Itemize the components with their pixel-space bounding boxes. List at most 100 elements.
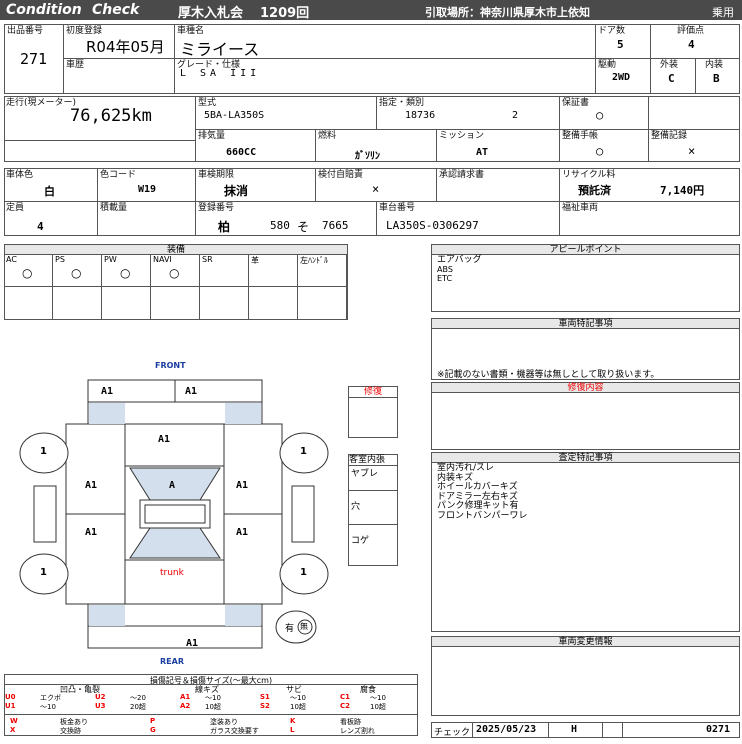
- equipment-value: ○: [71, 266, 82, 280]
- legend-code: X: [10, 726, 16, 734]
- equipment-label: PS: [55, 255, 65, 264]
- legend-col: 凹凸・亀裂: [60, 685, 100, 694]
- title-check: Check: [92, 2, 140, 18]
- liability-label: 検付自賠責: [318, 170, 364, 180]
- model-label: 車種名: [177, 26, 205, 36]
- first-reg-label: 初度登録: [66, 26, 103, 36]
- reg-kana: そ: [297, 220, 310, 234]
- appeal-line: エアバッグ: [437, 255, 482, 265]
- damage-mark: A1: [85, 527, 98, 538]
- damage-mark: A1: [236, 527, 249, 538]
- appeal-line: ABS: [437, 265, 453, 274]
- damage-mark: A1: [85, 480, 98, 491]
- tire-front-left: 1: [40, 446, 47, 457]
- reg-number: 7665: [322, 219, 349, 232]
- pickup-location: 引取場所：神奈川県厚木市上依知: [425, 6, 590, 19]
- basic-info-box: [4, 24, 740, 94]
- equipment-label: AC: [6, 255, 17, 264]
- legend-code: S2: [260, 702, 270, 710]
- recycle-label: リサイクル料: [562, 170, 616, 180]
- damage-mark: A1: [185, 386, 198, 397]
- legend-desc: 交換跡: [60, 727, 81, 735]
- inspector-code: H: [571, 724, 578, 735]
- spare-tire-label: 有: [285, 624, 295, 634]
- fuel-value: ｶﾞｿﾘﾝ: [355, 151, 380, 162]
- equipment-item: 革: [249, 255, 298, 320]
- displacement-value: 660CC: [226, 147, 257, 158]
- car-diagram: [19, 379, 329, 649]
- equipment-value: ○: [169, 266, 180, 280]
- equipment-label: 左ﾊﾝﾄﾞﾙ: [300, 256, 328, 265]
- damage-mark: A1: [158, 434, 171, 445]
- recycle-fee: 7,140円: [660, 184, 705, 197]
- recycle-status: 預託済: [578, 184, 611, 197]
- mileage-label: 走行(現メーター): [6, 98, 77, 108]
- chassis-value: LA350S-0306297: [386, 219, 479, 232]
- change-info-box: [431, 636, 740, 716]
- legend-desc: 10超: [205, 703, 221, 711]
- legend-desc: 20超: [130, 703, 146, 711]
- title-condition: Condition: [6, 2, 82, 18]
- designation-value: 18736: [405, 110, 436, 121]
- assessment-line: フロントバンパーワレ: [437, 510, 528, 521]
- legend-code: P: [150, 717, 156, 725]
- capacity-label: 定員: [6, 203, 25, 213]
- mission-value: AT: [476, 147, 489, 158]
- legend-code: K: [290, 717, 296, 725]
- legend-code: G: [150, 726, 156, 734]
- warranty-value: ○: [596, 108, 604, 122]
- drive-value: 2WD: [612, 72, 631, 83]
- legend-desc: 〜10: [40, 703, 56, 711]
- damage-mark: A1: [186, 638, 199, 649]
- inspection-value: 抹消: [224, 184, 249, 198]
- score-value: 4: [688, 38, 695, 51]
- color-code-label: 色コード: [100, 170, 137, 180]
- legend-code: S1: [260, 693, 270, 701]
- approval-label: 承認請求書: [439, 170, 485, 180]
- grade-value: L SA III: [180, 68, 261, 79]
- tire-rear-right: 1: [300, 567, 307, 578]
- type-value: 5BA-LA350S: [204, 110, 265, 121]
- vehicle-category: 乗用: [712, 6, 734, 19]
- check-date: 2025/05/23: [476, 724, 537, 735]
- designation-label: 指定・類別: [379, 98, 425, 108]
- legend-code: A2: [180, 702, 191, 710]
- tire-rear-left: 1: [40, 567, 47, 578]
- maint-record-value: ×: [688, 144, 696, 158]
- repair-content-title: 修復内容: [432, 383, 739, 393]
- equipment-item: PS ○: [53, 255, 102, 320]
- color-code-value: W19: [138, 184, 157, 195]
- warranty-label: 保証書: [562, 98, 590, 108]
- inspection-label: 車検期限: [198, 170, 235, 180]
- mileage-value: 76,625km: [70, 106, 152, 126]
- appeal-list: エアバッグ ABS ETC: [437, 255, 482, 284]
- spare-tire-mark: 無: [300, 622, 308, 631]
- chassis-label: 車台番号: [379, 203, 416, 213]
- equipment-value: ○: [22, 266, 33, 280]
- doors-label: ドア数: [598, 26, 626, 36]
- displacement-label: 排気量: [198, 131, 226, 141]
- body-color-value: 白: [44, 185, 55, 198]
- legend-desc: 10超: [370, 703, 386, 711]
- reg-class: 580: [270, 219, 290, 232]
- equipment-label: PW: [104, 255, 117, 264]
- legend-code: W: [10, 717, 18, 725]
- legend-desc: ガラス交換要す: [210, 727, 259, 735]
- legend-code: U0: [5, 693, 16, 701]
- doors-value: 5: [617, 38, 624, 51]
- exterior-value: C: [668, 72, 675, 85]
- first-reg-value: R04年05月: [86, 38, 165, 56]
- equipment-item: AC ○: [4, 255, 53, 320]
- legend-code: A1: [180, 693, 191, 701]
- assessment-title: 査定特記事項: [432, 453, 739, 463]
- header-bar: Condition Check 厚木入札会 1209回 引取場所：神奈川県厚木市…: [0, 0, 742, 21]
- legend-code: U1: [5, 702, 16, 710]
- class-value: 2: [512, 110, 519, 121]
- reg-number-label: 登録番号: [198, 203, 235, 213]
- special-notes-text: ※記載のない書類・機器等は無しとして取り扱います。: [437, 370, 660, 380]
- reg-area: 柏: [218, 220, 231, 234]
- legend-code: C1: [340, 693, 351, 701]
- drive-label: 駆動: [598, 60, 617, 70]
- interior-value: B: [713, 72, 720, 85]
- damage-mark: A: [169, 480, 176, 491]
